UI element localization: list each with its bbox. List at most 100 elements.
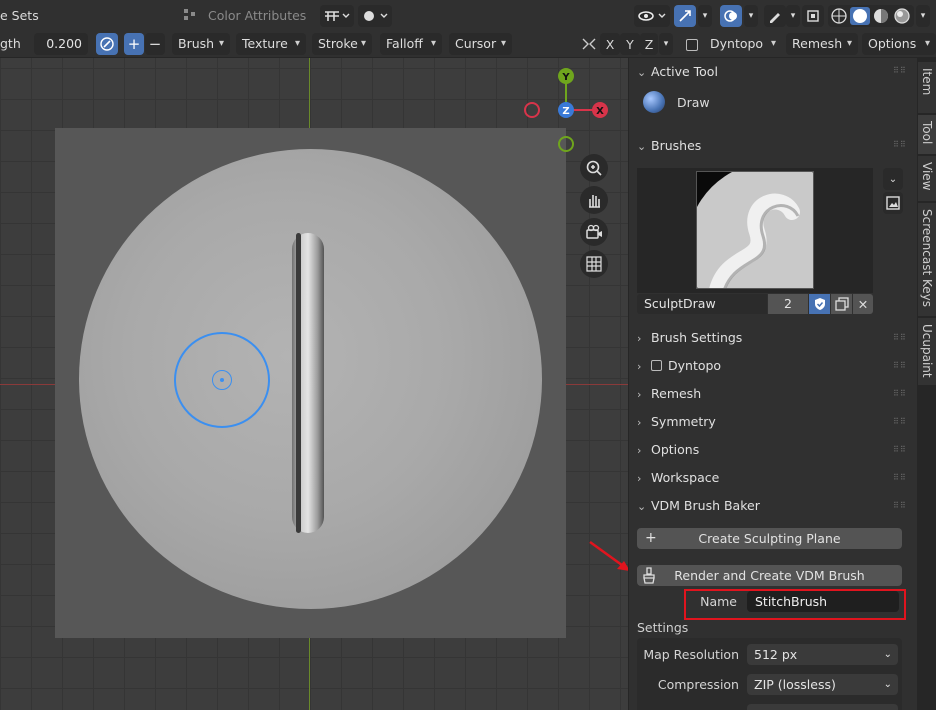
strength-label: gth	[0, 36, 21, 51]
gizmo-dropdown[interactable]: ▾	[698, 5, 712, 27]
settings-label: Settings	[637, 620, 689, 635]
chevron-down-icon: ⌄	[883, 679, 892, 690]
brush-name-field[interactable]: SculptDraw	[637, 294, 767, 314]
dyntopo-header[interactable]: › Dyntopo	[637, 356, 721, 376]
chevron-down-icon: ⌄	[888, 173, 898, 185]
wireframe-shading-icon[interactable]	[831, 8, 847, 24]
material-shading-icon[interactable]	[874, 9, 888, 23]
plus-icon: +	[127, 34, 141, 53]
stroke-menu[interactable]: Stroke ▾	[312, 33, 372, 55]
gizmo-neg-y-axis[interactable]	[558, 136, 574, 152]
draw-tool-icon[interactable]	[643, 91, 665, 113]
brush-menu[interactable]: Brush ▾	[172, 33, 230, 55]
grid-icon	[586, 256, 602, 272]
falloff-menu[interactable]: Falloff ▾	[380, 33, 442, 55]
chevron-down-icon: ⌄	[883, 649, 892, 660]
tab-view[interactable]: View	[918, 156, 936, 202]
ortho-toggle-button[interactable]	[580, 250, 608, 278]
panel-grip-icon[interactable]: ⠿⠿	[893, 417, 907, 426]
workspace-header[interactable]: › Workspace	[637, 468, 719, 488]
brush-preview-area[interactable]	[637, 168, 873, 293]
options-header[interactable]: › Options	[637, 440, 699, 460]
unlink-brush-button[interactable]: ✕	[853, 294, 873, 314]
face-sets-menu[interactable]: e Sets	[0, 8, 39, 23]
create-sculpting-plane-button[interactable]: + Create Sculpting Plane	[637, 528, 902, 549]
zoom-button[interactable]	[580, 154, 608, 182]
xray-toggle[interactable]	[802, 5, 824, 27]
panel-grip-icon[interactable]: ⠿⠿	[893, 140, 907, 149]
eye-icon	[638, 11, 666, 21]
zoom-icon	[586, 160, 602, 176]
tab-tool[interactable]: Tool	[918, 115, 936, 155]
vdm-brush-baker-header[interactable]: ⌄ VDM Brush Baker	[637, 496, 760, 516]
brush-thumbnail[interactable]	[696, 171, 814, 289]
overlays-icon	[724, 10, 737, 22]
tab-ucupaint[interactable]: Ucupaint	[918, 318, 936, 386]
brush-users-count[interactable]: 2	[768, 294, 808, 314]
panel-grip-icon[interactable]: ⠿⠿	[893, 333, 907, 342]
cursor-menu[interactable]: Cursor ▾	[449, 33, 512, 55]
symmetry-dropdown[interactable]: ▾	[659, 33, 673, 55]
camera-view-button[interactable]	[580, 218, 608, 246]
symmetry-header[interactable]: › Symmetry	[637, 412, 716, 432]
panel-grip-icon[interactable]: ⠿⠿	[893, 473, 907, 482]
brush-image-button[interactable]	[883, 192, 903, 214]
duplicate-brush-button[interactable]	[831, 294, 852, 314]
next-field-partial[interactable]	[747, 704, 898, 710]
pen-icon	[770, 13, 780, 23]
fake-user-button[interactable]	[809, 294, 830, 314]
remesh-header[interactable]: › Remesh	[637, 384, 701, 404]
brush-list-dropdown[interactable]: ⌄	[883, 168, 903, 190]
gizmo-neg-x-axis[interactable]	[524, 102, 540, 118]
navigation-gizmo[interactable]: Y X Z	[520, 64, 614, 156]
color-attributes-menu[interactable]: Color Attributes	[208, 8, 306, 23]
compression-select[interactable]: ZIP (lossless) ⌄	[747, 674, 898, 695]
tab-item[interactable]: Item	[918, 62, 936, 114]
overlays-toggle[interactable]	[720, 5, 742, 27]
sphere-icon	[364, 11, 388, 21]
panel-grip-icon[interactable]: ⠿⠿	[893, 501, 907, 510]
render-create-vdm-button[interactable]: Render and Create VDM Brush	[637, 565, 902, 586]
panel-grip-icon[interactable]: ⠿⠿	[893, 361, 907, 370]
options-menu[interactable]: Options ▾	[862, 33, 936, 55]
active-tool-header[interactable]: ⌄ Active Tool	[637, 62, 718, 82]
subtract-direction-button[interactable]: −	[145, 33, 165, 55]
tool-settings-header: gth 0.200 + − Brush ▾ Texture ▾ Stroke ▾ Fa…	[0, 30, 936, 58]
tab-screencast-keys[interactable]: Screencast Keys	[918, 203, 936, 317]
pen-dropdown[interactable]: ▾	[786, 5, 800, 27]
header-row-top: e Sets Color Attributes ▾ ▾ ▾ ▾	[0, 0, 936, 30]
3d-viewport[interactable]: Y X Z	[0, 58, 628, 710]
pan-button[interactable]	[580, 186, 608, 214]
panel-grip-icon[interactable]: ⠿⠿	[893, 66, 907, 75]
pressure-toggle[interactable]	[96, 33, 118, 55]
color-attributes-icon	[182, 6, 198, 24]
brush-settings-header[interactable]: › Brush Settings	[637, 328, 742, 348]
remesh-menu[interactable]: Remesh ▾	[786, 33, 858, 55]
dyntopo-panel-checkbox[interactable]	[651, 360, 662, 371]
shading-menu-button[interactable]	[358, 5, 392, 27]
overlays-dropdown[interactable]: ▾	[744, 5, 758, 27]
symmetry-y-toggle[interactable]: Y	[620, 33, 640, 55]
display-menu-button[interactable]	[320, 5, 354, 27]
map-resolution-select[interactable]: 512 px ⌄	[747, 644, 898, 665]
brush-icon	[643, 567, 655, 584]
dyntopo-menu[interactable]: Dyntopo ▾	[704, 33, 782, 55]
symmetry-z-toggle[interactable]: Z	[640, 33, 658, 55]
panel-grip-icon[interactable]: ⠿⠿	[893, 389, 907, 398]
shading-dropdown[interactable]: ▾	[916, 5, 930, 27]
symmetry-x-toggle[interactable]: X	[600, 33, 620, 55]
dyntopo-checkbox[interactable]	[686, 39, 698, 51]
stitch-groove	[296, 233, 301, 533]
panel-grip-icon[interactable]: ⠿⠿	[893, 445, 907, 454]
add-direction-button[interactable]: +	[124, 33, 144, 55]
texture-menu[interactable]: Texture ▾	[236, 33, 306, 55]
rendered-shading-icon[interactable]	[894, 8, 910, 24]
pen-overlay-button[interactable]	[764, 5, 786, 27]
gizmo-toggle[interactable]	[674, 5, 696, 27]
shield-icon	[814, 298, 825, 310]
solid-shading-icon[interactable]	[850, 7, 870, 25]
brushes-header[interactable]: ⌄ Brushes	[637, 136, 701, 156]
strength-field[interactable]: 0.200	[34, 33, 88, 55]
grid-display-icon	[325, 11, 350, 21]
visibility-button[interactable]	[634, 5, 670, 27]
